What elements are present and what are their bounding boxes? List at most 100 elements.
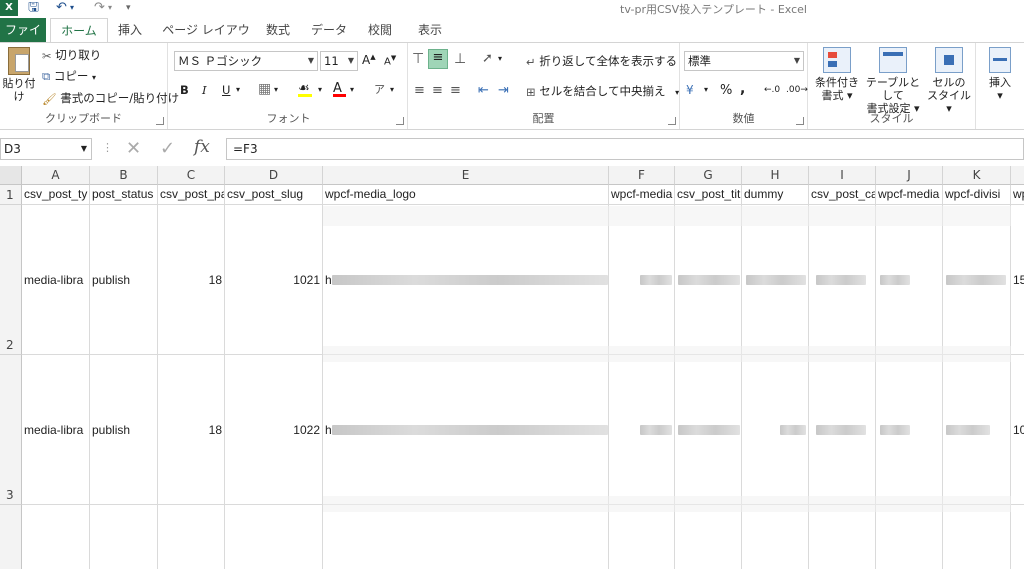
row-header-2[interactable]: 2 xyxy=(0,205,22,355)
underline-button[interactable]: U xyxy=(222,83,230,97)
cell-e1[interactable]: wpcf-media_logo xyxy=(323,185,609,205)
font-color-icon[interactable]: A xyxy=(333,81,346,97)
copy-button[interactable]: ⧉ コピー ▾ xyxy=(42,68,96,84)
tab-home[interactable]: ホーム xyxy=(50,18,108,42)
clipboard-launcher-icon[interactable] xyxy=(156,117,164,125)
align-middle-icon[interactable]: ≡ xyxy=(428,49,448,69)
font-launcher-icon[interactable] xyxy=(396,117,404,125)
cell-a3[interactable]: media-libra xyxy=(22,355,90,505)
redo-dropdown-icon[interactable]: ▾ xyxy=(108,0,112,16)
number-format-select[interactable]: 標準 ▼ xyxy=(684,51,804,71)
font-size-select[interactable]: 11 ▼ xyxy=(320,51,358,71)
row-header-3[interactable]: 3 xyxy=(0,355,22,505)
tab-review[interactable]: 校閲 xyxy=(360,18,400,42)
column-header-g[interactable]: G xyxy=(675,166,742,185)
currency-icon[interactable]: ¥ xyxy=(686,83,694,97)
currency-dropdown-icon[interactable]: ▾ xyxy=(704,85,708,94)
more-options-icon[interactable]: ⋮ xyxy=(102,141,113,154)
cancel-icon[interactable]: ✕ xyxy=(126,138,141,159)
wrap-text-button[interactable]: ↵ 折り返して全体を表示する xyxy=(526,53,677,69)
cell-i1[interactable]: csv_post_ca xyxy=(809,185,876,205)
increase-decimal-icon[interactable]: ←.0 xyxy=(764,85,780,95)
customize-icon[interactable]: ▾ xyxy=(126,0,131,16)
insert-function-icon[interactable]: fx xyxy=(194,137,210,157)
borders-dropdown-icon[interactable]: ▾ xyxy=(274,85,278,94)
orientation-dropdown-icon[interactable]: ▾ xyxy=(498,54,502,63)
italic-button[interactable]: I xyxy=(202,83,207,97)
column-header-h[interactable]: H xyxy=(742,166,809,185)
cell-c3[interactable]: 18 xyxy=(158,355,225,505)
number-launcher-icon[interactable] xyxy=(796,117,804,125)
cell-l1[interactable]: wp xyxy=(1011,185,1024,205)
tab-file[interactable]: ファイル xyxy=(0,18,46,61)
tab-data[interactable]: データ xyxy=(306,18,352,42)
cell-k4[interactable] xyxy=(943,505,1011,569)
phonetic-dropdown-icon[interactable]: ▾ xyxy=(390,85,394,94)
align-right-icon[interactable]: ≡ xyxy=(450,83,461,98)
conditional-formatting-button[interactable]: 条件付き 書式 ▾ xyxy=(810,47,864,102)
enter-icon[interactable]: ✓ xyxy=(160,138,175,159)
tab-view[interactable]: 表示 xyxy=(410,18,450,42)
increase-indent-icon[interactable]: ⇥ xyxy=(498,83,509,98)
decrease-font-icon[interactable]: A▼ xyxy=(384,54,396,67)
column-header-i[interactable]: I xyxy=(809,166,876,185)
underline-dropdown-icon[interactable]: ▾ xyxy=(236,85,240,94)
cell-f1[interactable]: wpcf-media xyxy=(609,185,675,205)
insert-cells-button[interactable]: 挿入 ▾ xyxy=(980,47,1020,102)
cell-e4[interactable] xyxy=(323,505,609,569)
align-bottom-icon[interactable]: ⊥ xyxy=(454,51,466,67)
cell-g1[interactable]: csv_post_tit xyxy=(675,185,742,205)
cell-j4[interactable] xyxy=(876,505,943,569)
cell-d4[interactable] xyxy=(225,505,323,569)
cell-b2[interactable]: publish xyxy=(90,205,158,355)
undo-icon[interactable]: ↶ xyxy=(56,0,67,16)
tab-formulas[interactable]: 数式 xyxy=(258,18,298,42)
save-icon[interactable]: 🖫 xyxy=(28,0,39,16)
cell-j1[interactable]: wpcf-media xyxy=(876,185,943,205)
cell-d1[interactable]: csv_post_slug xyxy=(225,185,323,205)
formula-input[interactable]: =F3 xyxy=(226,138,1024,160)
decrease-decimal-icon[interactable]: .00→ xyxy=(786,85,808,95)
cell-c2[interactable]: 18 xyxy=(158,205,225,355)
cell-d2[interactable]: 1021 xyxy=(225,205,323,355)
row-header-1[interactable]: 1 xyxy=(0,185,22,205)
cell-l3[interactable]: 10 xyxy=(1011,355,1024,505)
comma-button[interactable]: , xyxy=(740,81,745,97)
row-header-4[interactable] xyxy=(0,505,22,569)
column-header-f[interactable]: F xyxy=(609,166,675,185)
column-header-k[interactable]: K xyxy=(943,166,1011,185)
cut-button[interactable]: ✂ 切り取り xyxy=(42,47,101,63)
align-left-icon[interactable]: ≡ xyxy=(414,83,425,98)
phonetic-icon[interactable]: ア xyxy=(374,81,385,97)
paste-button[interactable]: 貼り付け xyxy=(0,47,38,103)
cell-d3[interactable]: 1022 xyxy=(225,355,323,505)
cell-h1[interactable]: dummy xyxy=(742,185,809,205)
fill-color-dropdown-icon[interactable]: ▾ xyxy=(318,85,322,94)
cell-b3[interactable]: publish xyxy=(90,355,158,505)
column-header-j[interactable]: J xyxy=(876,166,943,185)
cell-a2[interactable]: media-libra xyxy=(22,205,90,355)
merge-center-button[interactable]: ⊞ セルを結合して中央揃え ▾ xyxy=(526,83,679,99)
cell-styles-button[interactable]: セルの スタイル ▾ xyxy=(924,47,974,115)
orientation-icon[interactable]: ➚ xyxy=(482,51,493,66)
cell-c4[interactable] xyxy=(158,505,225,569)
column-header-d[interactable]: D xyxy=(225,166,323,185)
column-header-l[interactable] xyxy=(1011,166,1024,185)
column-header-a[interactable]: A xyxy=(22,166,90,185)
cell-h4[interactable] xyxy=(742,505,809,569)
column-header-b[interactable]: B xyxy=(90,166,158,185)
percent-button[interactable]: % xyxy=(720,83,732,98)
font-color-dropdown-icon[interactable]: ▾ xyxy=(350,85,354,94)
cell-a4[interactable] xyxy=(22,505,90,569)
column-header-e[interactable]: E xyxy=(323,166,609,185)
format-as-table-button[interactable]: テーブルとして 書式設定 ▾ xyxy=(862,47,924,115)
cell-g4[interactable] xyxy=(675,505,742,569)
tab-insert[interactable]: 挿入 xyxy=(110,18,150,42)
increase-font-icon[interactable]: A▲ xyxy=(362,53,376,67)
alignment-launcher-icon[interactable] xyxy=(668,117,676,125)
align-top-icon[interactable]: ⊤ xyxy=(412,51,424,67)
cell-b4[interactable] xyxy=(90,505,158,569)
align-center-icon[interactable]: ≡ xyxy=(432,83,443,98)
select-all-corner[interactable] xyxy=(0,166,22,185)
decrease-indent-icon[interactable]: ⇤ xyxy=(478,83,489,98)
